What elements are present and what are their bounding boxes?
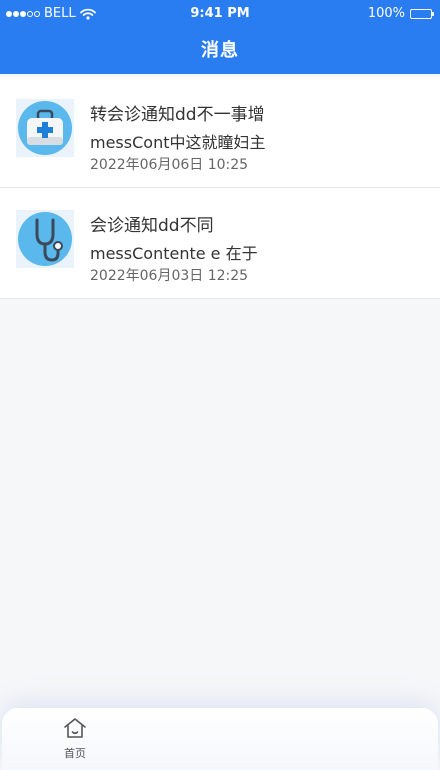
message-time: 2022年06月03日 12:25 <box>90 268 249 284</box>
tab-bar: 首页 <box>2 708 438 770</box>
message-title: 会诊通知dd不同 <box>90 216 214 236</box>
medical-kit-icon <box>16 99 74 157</box>
message-item[interactable]: 转会诊通知dd不一事增 messCont中这就瞳妇主 2022年06月06日 1… <box>0 77 440 188</box>
battery-icon <box>410 9 434 19</box>
message-content: messContente e 在于 <box>90 244 258 263</box>
app-header: BELL 9:41 PM 100% 消息 <box>0 0 440 74</box>
message-item[interactable]: 会诊通知dd不同 messContente e 在于 2022年06月03日 1… <box>0 188 440 299</box>
page-title: 消息 <box>201 40 239 61</box>
tab-home-label: 首页 <box>64 747 86 760</box>
message-content: messCont中这就瞳妇主 <box>90 133 266 152</box>
message-time: 2022年06月06日 10:25 <box>90 157 249 173</box>
message-title: 转会诊通知dd不一事增 <box>90 105 265 125</box>
status-bar: BELL 9:41 PM 100% <box>0 0 440 28</box>
stethoscope-icon <box>16 210 74 268</box>
tab-home[interactable]: 首页 <box>50 716 100 761</box>
home-icon <box>64 718 86 738</box>
message-list: 转会诊通知dd不一事增 messCont中这就瞳妇主 2022年06月06日 1… <box>0 77 440 299</box>
battery-percent: 100% <box>367 6 405 21</box>
status-right: 100% <box>367 0 434 28</box>
